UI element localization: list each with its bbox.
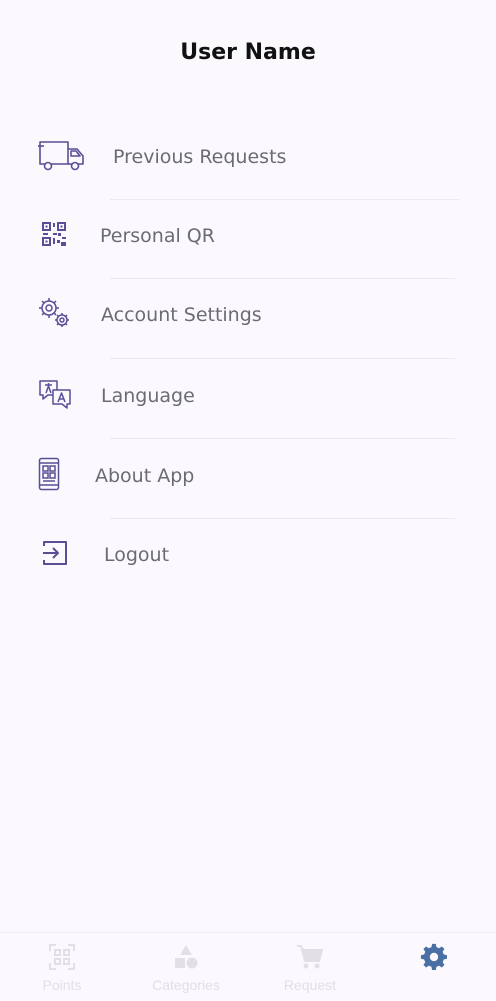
menu-item-account-settings[interactable]: Account Settings — [0, 287, 496, 343]
nav-item-points[interactable]: Points — [0, 933, 124, 1001]
menu-label: About App — [95, 465, 195, 487]
divider — [110, 199, 460, 200]
gear-icon — [420, 943, 448, 975]
shapes-icon — [172, 943, 200, 975]
logout-icon — [42, 540, 68, 570]
divider — [110, 438, 455, 439]
qr-scan-icon — [48, 943, 76, 975]
cart-icon — [296, 943, 324, 975]
bottom-navigation: Points Categories Request — [0, 932, 496, 1001]
page-title: User Name — [180, 40, 316, 65]
nav-item-categories[interactable]: Categories — [124, 933, 248, 1001]
qr-code-icon — [41, 221, 67, 251]
translate-icon — [37, 378, 73, 414]
gears-icon — [37, 296, 73, 334]
menu-item-previous-requests[interactable]: Previous Requests — [0, 129, 496, 185]
phone-info-icon — [38, 457, 60, 495]
menu-item-logout[interactable]: Logout — [0, 527, 496, 583]
menu-item-about-app[interactable]: About App — [0, 448, 496, 504]
menu-label: Logout — [104, 544, 170, 566]
nav-item-request[interactable]: Request — [248, 933, 372, 1001]
divider — [110, 278, 455, 279]
divider — [110, 518, 455, 519]
menu-label: Language — [101, 385, 195, 407]
nav-item-settings[interactable] — [372, 933, 496, 1001]
nav-label: Points — [42, 977, 82, 993]
menu-item-language[interactable]: Language — [0, 368, 496, 424]
nav-label: Request — [283, 977, 337, 993]
truck-icon — [38, 138, 86, 176]
menu-label: Personal QR — [100, 225, 215, 247]
divider — [110, 358, 455, 359]
menu-item-personal-qr[interactable]: Personal QR — [0, 208, 496, 264]
menu-label: Account Settings — [101, 304, 262, 326]
menu-label: Previous Requests — [113, 146, 287, 168]
nav-label: Categories — [152, 977, 220, 993]
